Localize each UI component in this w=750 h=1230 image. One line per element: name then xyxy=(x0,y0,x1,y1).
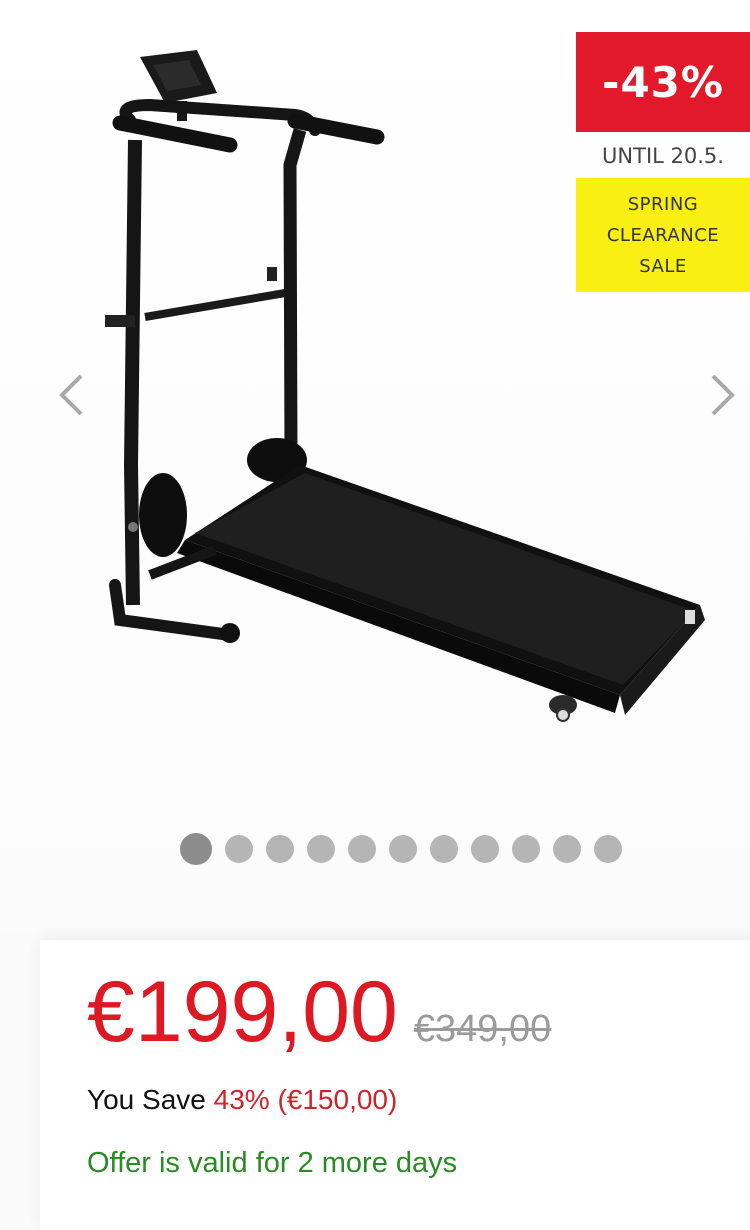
previous-image-button[interactable] xyxy=(48,372,94,418)
price-card: €199,00 €349,00 You Save 43% (€150,00) O… xyxy=(40,940,750,1230)
sale-badge-line: SALE xyxy=(639,255,687,277)
pagination-dot[interactable] xyxy=(389,835,417,863)
price-row: €199,00 €349,00 xyxy=(87,962,551,1062)
current-price: €199,00 xyxy=(87,964,398,1060)
chevron-left-icon xyxy=(59,374,83,416)
chevron-right-icon xyxy=(711,374,735,416)
next-image-button[interactable] xyxy=(700,372,746,418)
pagination-dot[interactable] xyxy=(348,835,376,863)
discount-badge: -43% xyxy=(576,32,750,132)
savings-amount: 43% (€150,00) xyxy=(213,1084,398,1115)
product-gallery[interactable]: -43% UNTIL 20.5. SPRING CLEARANCE SALE xyxy=(0,0,750,930)
offer-validity: Offer is valid for 2 more days xyxy=(87,1147,458,1179)
sale-end-date: UNTIL 20.5. xyxy=(602,144,724,168)
pagination-dot[interactable] xyxy=(225,835,253,863)
savings-label: You Save xyxy=(87,1084,214,1115)
sale-badge: SPRING CLEARANCE SALE xyxy=(576,178,750,292)
pagination-dot[interactable] xyxy=(512,835,540,863)
pagination-dot[interactable] xyxy=(180,833,212,865)
sale-badge-line: SPRING xyxy=(627,193,699,215)
savings-text: You Save 43% (€150,00) xyxy=(87,1084,397,1116)
pagination-dot[interactable] xyxy=(266,835,294,863)
pagination-dot[interactable] xyxy=(553,835,581,863)
pagination-dot[interactable] xyxy=(594,835,622,863)
sale-badge-line: CLEARANCE xyxy=(606,224,720,246)
pagination-dot[interactable] xyxy=(471,835,499,863)
pagination-dot[interactable] xyxy=(430,835,458,863)
pagination-dot[interactable] xyxy=(307,835,335,863)
gallery-pagination xyxy=(0,832,750,866)
original-price: €349,00 xyxy=(413,1008,552,1050)
